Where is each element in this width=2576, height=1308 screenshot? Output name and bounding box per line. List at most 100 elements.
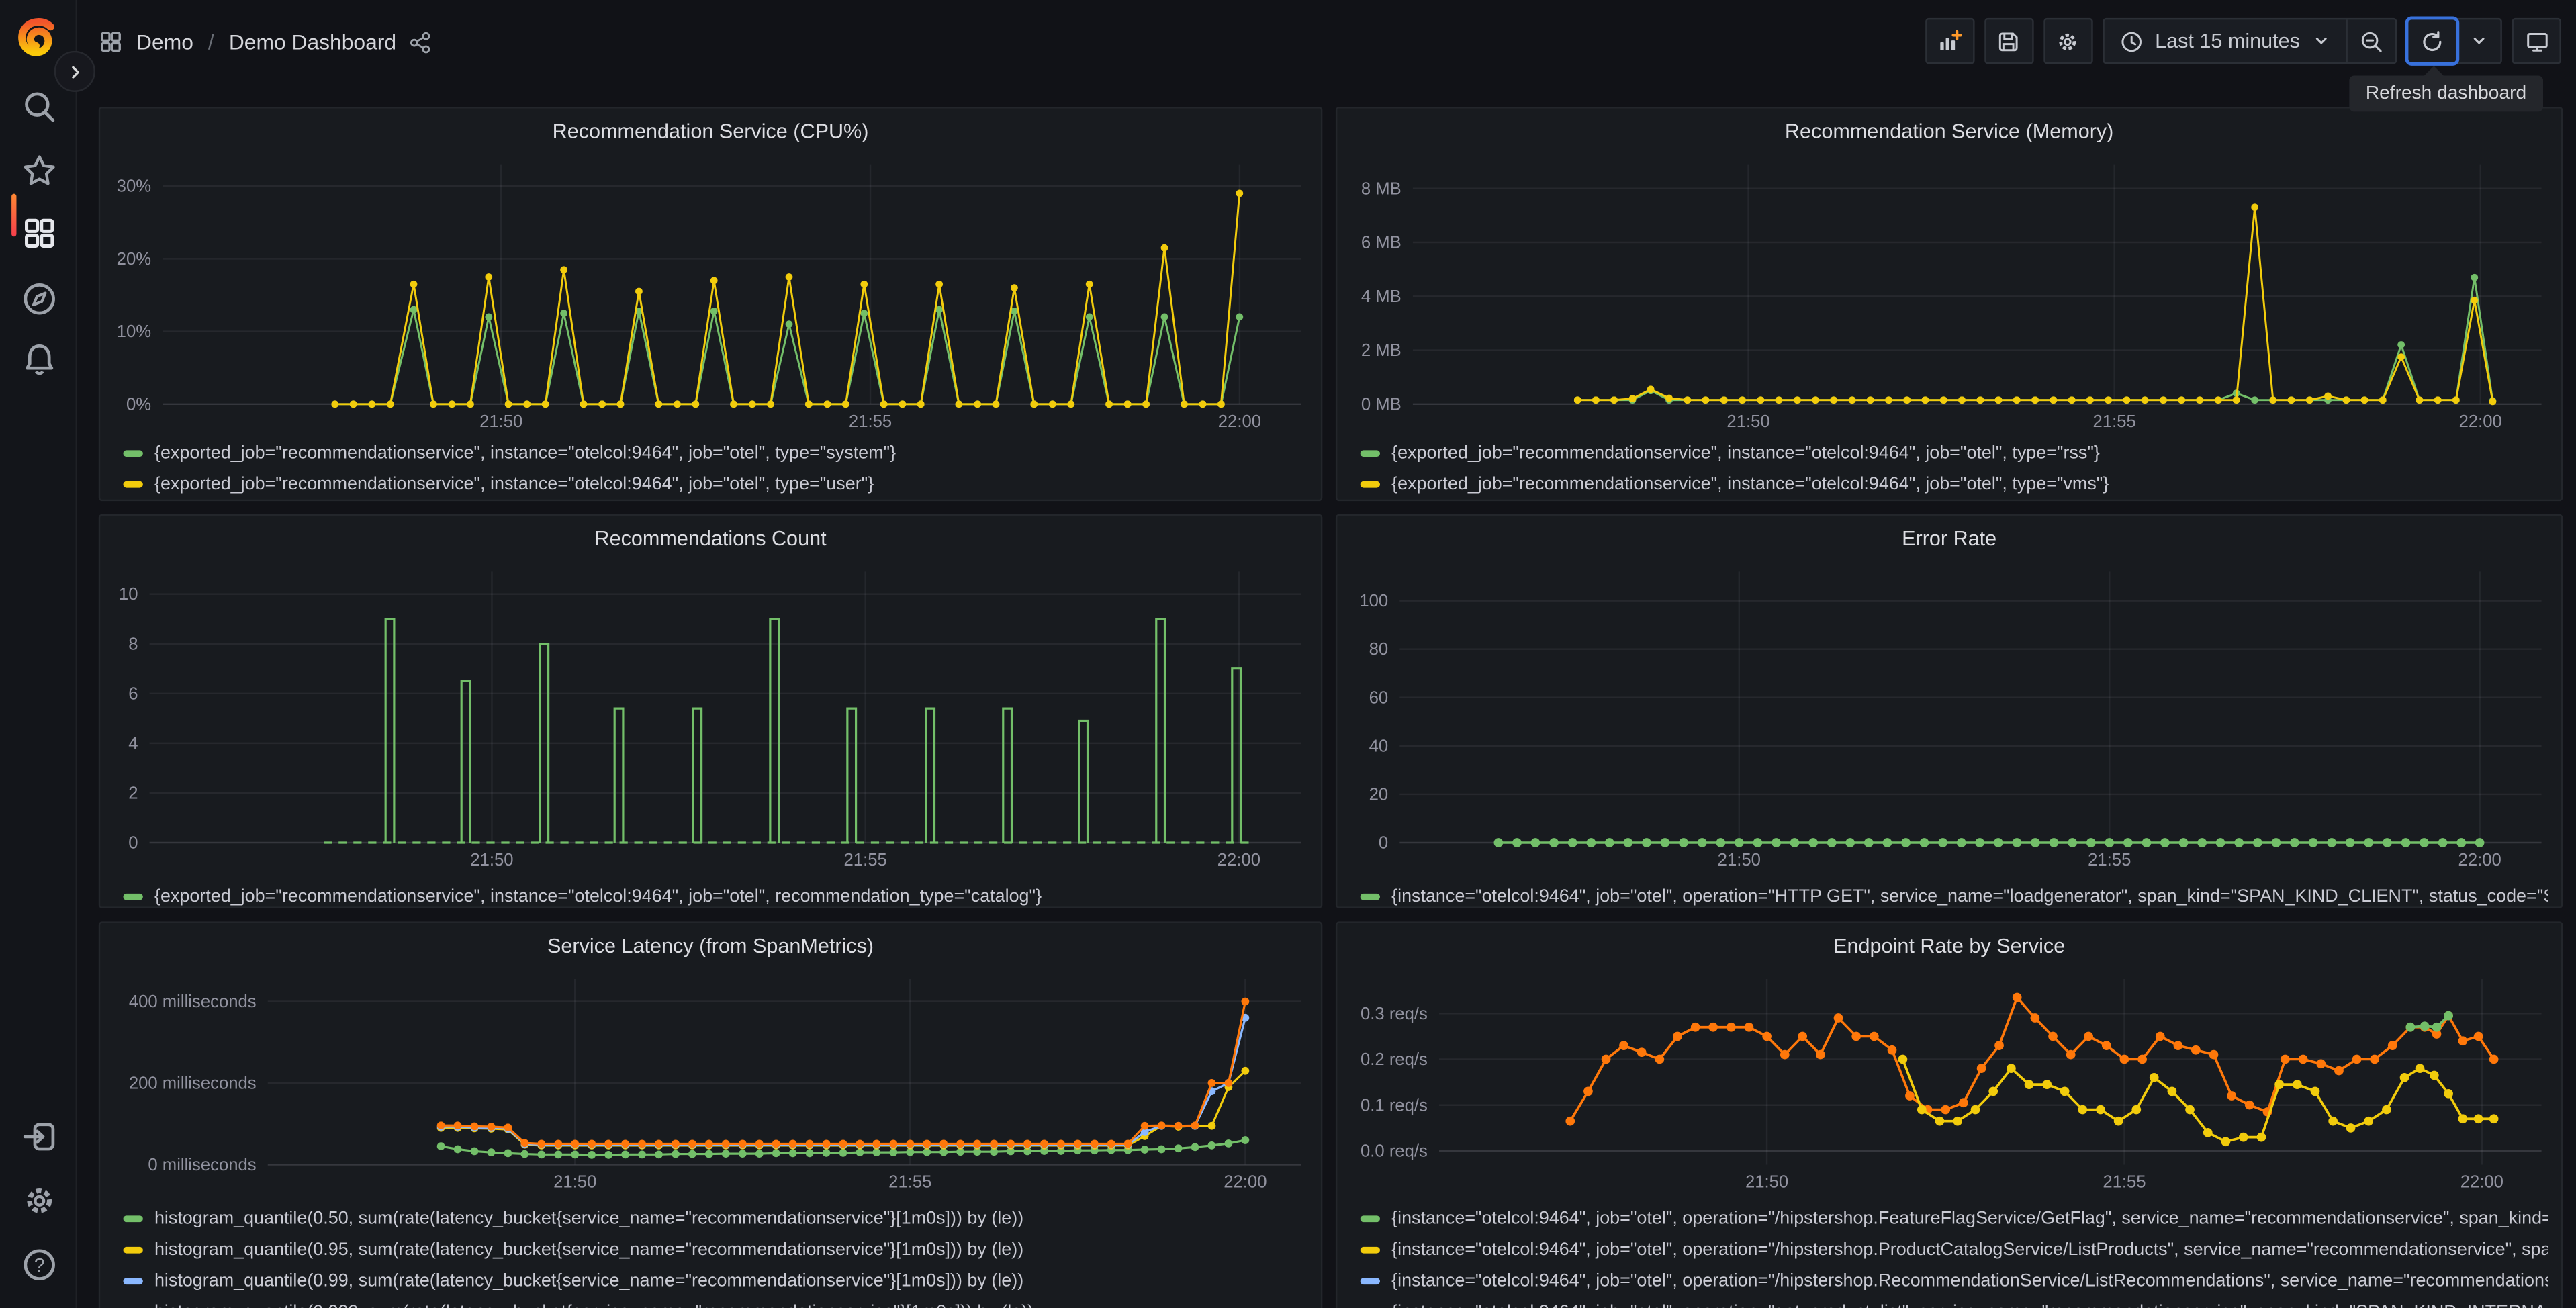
sidebar-item-explore[interactable] bbox=[21, 281, 57, 317]
svg-text:6: 6 bbox=[128, 684, 138, 703]
error-rate-chart[interactable]: 21:50 21:55 22:00 0 20 40 60 80 100 bbox=[1350, 559, 2551, 872]
svg-text:21:55: 21:55 bbox=[2103, 1173, 2146, 1192]
svg-text:21:50: 21:50 bbox=[1718, 851, 1761, 870]
legend-swatch-icon bbox=[123, 1246, 143, 1253]
panel-title[interactable]: Recommendations Count bbox=[100, 516, 1321, 555]
memory-chart[interactable]: 21:50 21:55 22:00 0 MB 2 MB 4 MB 6 MB 8 MB bbox=[1350, 151, 2551, 434]
legend-label: {exported_job="recommendationservice", i… bbox=[1391, 473, 2109, 494]
svg-text:20%: 20% bbox=[117, 250, 151, 269]
refresh-button[interactable] bbox=[2408, 19, 2456, 62]
legend-item[interactable]: histogram_quantile(0.99, sum(rate(latenc… bbox=[123, 1265, 1307, 1296]
legend-item[interactable]: histogram_quantile(0.50, sum(rate(latenc… bbox=[123, 1203, 1307, 1233]
chevron-down-icon bbox=[2315, 38, 2327, 44]
svg-text:22:00: 22:00 bbox=[1217, 851, 1260, 870]
dashboards-grid-icon bbox=[101, 32, 121, 52]
svg-text:40: 40 bbox=[1369, 737, 1389, 755]
sidebar-item-dashboards[interactable] bbox=[21, 215, 57, 251]
panel-title[interactable]: Service Latency (from SpanMetrics) bbox=[100, 923, 1321, 963]
panel-title[interactable]: Recommendation Service (Memory) bbox=[1337, 108, 2561, 148]
svg-text:0 milliseconds: 0 milliseconds bbox=[148, 1156, 256, 1174]
legend-label: {instance="otelcol:9464", job="otel", op… bbox=[1391, 1208, 2548, 1228]
sidebar-item-alerting[interactable] bbox=[21, 342, 57, 378]
legend-label: {exported_job="recommendationservice", i… bbox=[154, 442, 896, 463]
legend-item[interactable]: {instance="otelcol:9464", job="otel", op… bbox=[1361, 1296, 2548, 1308]
legend-item[interactable]: {exported_job="recommendationservice", i… bbox=[1360, 468, 2548, 499]
legend: {exported_job="recommendationservice", i… bbox=[123, 437, 1307, 500]
legend-label: {exported_job="recommendationservice", i… bbox=[1391, 442, 2100, 463]
svg-text:6 MB: 6 MB bbox=[1361, 234, 1401, 252]
legend-swatch-icon bbox=[123, 892, 143, 900]
legend-item[interactable]: {instance="otelcol:9464", job="otel", op… bbox=[1360, 1203, 2548, 1233]
legend: {exported_job="recommendationservice", i… bbox=[123, 880, 1307, 906]
save-icon bbox=[1999, 32, 2019, 51]
breadcrumb-page[interactable]: Demo Dashboard bbox=[229, 30, 396, 54]
sidebar-item-server-admin[interactable] bbox=[21, 1182, 57, 1219]
save-dashboard-button[interactable] bbox=[1984, 17, 2034, 64]
svg-text:400 milliseconds: 400 milliseconds bbox=[129, 992, 257, 1011]
legend-swatch-icon bbox=[1360, 1277, 1380, 1284]
panel-recommendation-memory: Recommendation Service (Memory) 21:50 21:… bbox=[1335, 107, 2563, 502]
refresh-icon bbox=[2423, 30, 2442, 50]
zoom-out-button[interactable] bbox=[2348, 19, 2395, 62]
panel-service-latency: Service Latency (from SpanMetrics) 21:50… bbox=[98, 921, 1323, 1308]
svg-text:22:00: 22:00 bbox=[2459, 412, 2502, 431]
sidebar-item-search[interactable] bbox=[21, 89, 57, 125]
time-range-label: Last 15 minutes bbox=[2155, 30, 2300, 53]
svg-text:21:55: 21:55 bbox=[844, 851, 887, 870]
svg-text:2: 2 bbox=[128, 784, 138, 803]
legend-label: {instance="otelcol:9464", job="otel", op… bbox=[1391, 886, 2548, 906]
legend-item[interactable]: histogram_quantile(0.95, sum(rate(latenc… bbox=[123, 1233, 1307, 1264]
legend-item[interactable]: {exported_job="recommendationservice", i… bbox=[123, 437, 1307, 468]
svg-text:200 milliseconds: 200 milliseconds bbox=[129, 1074, 257, 1093]
svg-text:4: 4 bbox=[128, 734, 138, 753]
sidebar-item-help[interactable]: ? bbox=[21, 1247, 57, 1283]
svg-text:100: 100 bbox=[1359, 592, 1388, 610]
svg-text:0%: 0% bbox=[126, 395, 151, 414]
breadcrumb-section[interactable]: Demo bbox=[136, 30, 193, 54]
sidebar: ? bbox=[0, 0, 95, 1308]
legend-label: {instance="otelcol:9464", job="otel", op… bbox=[1391, 1270, 2548, 1291]
svg-text:22:00: 22:00 bbox=[2458, 851, 2501, 870]
panel-recommendations-count: Recommendations Count 21:50 21:55 22:00 0 2 4… bbox=[98, 514, 1323, 908]
time-range-picker[interactable]: Last 15 minutes bbox=[2104, 19, 2346, 62]
dashboard-settings-button[interactable] bbox=[2043, 17, 2093, 64]
breadcrumb: Demo / Demo Dashboard bbox=[99, 0, 432, 84]
svg-text:80: 80 bbox=[1369, 640, 1389, 659]
svg-text:21:55: 21:55 bbox=[2088, 851, 2131, 870]
star-icon bbox=[23, 155, 54, 185]
sidebar-expand-button[interactable] bbox=[54, 50, 95, 92]
legend-item[interactable]: {instance="otelcol:9464", job="otel", op… bbox=[1360, 880, 2548, 906]
svg-text:21:55: 21:55 bbox=[849, 412, 892, 431]
panel-title[interactable]: Error Rate bbox=[1337, 516, 2561, 555]
grafana-logo-icon[interactable] bbox=[13, 15, 64, 66]
legend-item[interactable]: {instance="otelcol:9464", job="otel", op… bbox=[1360, 1265, 2548, 1296]
svg-text:30%: 30% bbox=[117, 177, 151, 196]
legend: histogram_quantile(0.50, sum(rate(latenc… bbox=[123, 1203, 1307, 1308]
recommendations-count-chart[interactable]: 21:50 21:55 22:00 0 2 4 6 8 10 bbox=[113, 559, 1311, 872]
legend-item[interactable]: {instance="otelcol:9464", job="otel", op… bbox=[1360, 1233, 2548, 1264]
legend-item[interactable]: histogram_quantile(0.999, sum(rate(laten… bbox=[123, 1296, 1307, 1308]
svg-text:0: 0 bbox=[128, 834, 138, 853]
sidebar-item-sign-in[interactable] bbox=[21, 1119, 57, 1155]
share-icon[interactable] bbox=[410, 30, 432, 53]
panel-title[interactable]: Endpoint Rate by Service bbox=[1337, 923, 2561, 963]
add-panel-button[interactable] bbox=[1925, 17, 1974, 64]
legend: {exported_job="recommendationservice", i… bbox=[1360, 437, 2548, 500]
panel-error-rate: Error Rate 21:50 21:55 22:00 0 20 40 60 80 100 {… bbox=[1335, 514, 2563, 908]
legend-item[interactable]: {exported_job="recommendationservice", i… bbox=[123, 880, 1307, 906]
svg-text:20: 20 bbox=[1369, 785, 1389, 804]
legend-item[interactable]: {exported_job="recommendationservice", i… bbox=[1360, 437, 2548, 468]
sidebar-item-starred[interactable] bbox=[21, 153, 57, 189]
legend: {instance="otelcol:9464", job="otel", op… bbox=[1360, 1203, 2548, 1308]
legend-swatch-icon bbox=[123, 449, 143, 456]
panel-title[interactable]: Recommendation Service (CPU%) bbox=[100, 108, 1321, 148]
cycle-view-mode-button[interactable] bbox=[2512, 17, 2561, 64]
panel-recommendation-cpu: Recommendation Service (CPU%) 21:50 21:55… bbox=[98, 107, 1323, 502]
legend-swatch-icon bbox=[123, 1215, 143, 1221]
service-latency-chart[interactable]: 21:50 21:55 22:00 0 milliseconds 200 millise… bbox=[113, 966, 1311, 1194]
monitor-icon bbox=[2526, 32, 2547, 51]
cpu-chart[interactable]: 21:50 21:55 22:00 0% 10% 20% 30% bbox=[113, 151, 1311, 434]
endpoint-rate-chart[interactable]: 21:50 21:55 22:00 0.0 req/s 0.1 req/s 0.2 req… bbox=[1350, 966, 2551, 1194]
refresh-interval-dropdown[interactable] bbox=[2458, 19, 2501, 62]
legend-item[interactable]: {exported_job="recommendationservice", i… bbox=[123, 468, 1307, 499]
